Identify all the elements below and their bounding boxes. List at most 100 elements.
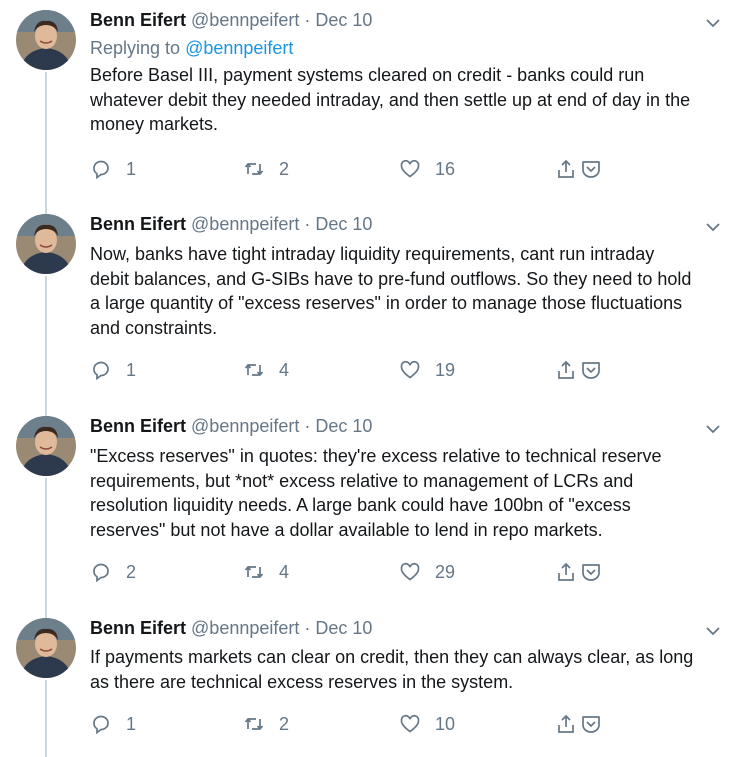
dm-button[interactable] [580,156,602,182]
reply-count: 2 [126,561,137,582]
chevron-down-icon[interactable] [702,620,724,642]
like-button[interactable]: 16 [399,156,455,182]
reply-count: 1 [126,158,137,179]
tweet-text-line: If payments markets can clear on credit,… [90,647,694,667]
chevron-down-icon[interactable] [702,418,724,440]
tweet-header: Benn Eifert @bennpeifert · Dec 10 [90,10,372,31]
retweet-button[interactable]: 4 [243,559,289,585]
dm-button[interactable] [580,357,602,383]
tweet-date[interactable]: Dec 10 [315,416,372,436]
retweet-button[interactable]: 2 [243,711,289,737]
reply-count: 1 [126,713,137,734]
author-handle[interactable]: @bennpeifert [191,618,299,638]
tweet-text-line: reserves" but not have a dollar availabl… [90,519,603,540]
tweet-text-line: and constraints. [90,317,218,338]
reply-button[interactable]: 1 [90,711,136,737]
like-count: 10 [435,713,456,734]
retweet-count: 4 [279,561,290,582]
reply-icon [90,359,112,381]
share-icon [555,359,577,381]
dm-icon [580,359,602,381]
author-name[interactable]: Benn Eifert [90,416,186,436]
tweet-text-line: requirements, but *not* excess relative … [90,470,634,491]
like-count: 29 [435,561,456,582]
author-handle[interactable]: @bennpeifert [191,214,299,234]
retweet-count: 2 [279,713,290,734]
share-icon [555,158,577,180]
avatar[interactable] [16,214,76,274]
retweet-icon [243,158,265,180]
separator: · [304,10,311,30]
dm-icon [580,561,602,583]
author-handle[interactable]: @bennpeifert [191,416,299,436]
tweet: Benn Eifert @bennpeifert · Dec 10 Now, b… [0,204,736,404]
tweet-header: Benn Eifert @bennpeifert · Dec 10 [90,214,372,235]
chevron-down-icon[interactable] [702,216,724,238]
share-button[interactable] [555,156,577,182]
tweet-text-line: Now, banks have tight intraday liquidity… [90,244,655,264]
tweet-text: If payments markets can clear on credit,… [90,645,726,694]
replying-to-link[interactable]: @bennpeifert [185,38,293,58]
dm-icon [580,713,602,735]
author-name[interactable]: Benn Eifert [90,214,186,234]
dm-icon [580,158,602,180]
reply-button[interactable]: 1 [90,357,136,383]
reply-icon [90,158,112,180]
separator: · [304,618,311,638]
chevron-down-icon[interactable] [702,12,724,34]
tweet-header: Benn Eifert @bennpeifert · Dec 10 [90,416,372,437]
tweet-text: Before Basel III, payment systems cleare… [90,63,726,137]
avatar[interactable] [16,618,76,678]
tweet-text-line: debit balances, and G-SIBs have to pre-f… [90,268,692,289]
reply-icon [90,713,112,735]
dm-button[interactable] [580,711,602,737]
retweet-icon [243,561,265,583]
author-handle[interactable]: @bennpeifert [191,10,299,30]
tweet-text-line: as there are technical excess reserves i… [90,671,514,692]
retweet-button[interactable]: 2 [243,156,289,182]
heart-icon [399,359,421,381]
tweet-text: "Excess reserves" in quotes: they're exc… [90,444,726,542]
share-icon [555,561,577,583]
tweet-header: Benn Eifert @bennpeifert · Dec 10 [90,618,372,639]
like-count: 19 [435,359,456,380]
avatar[interactable] [16,416,76,476]
dm-button[interactable] [580,559,602,585]
share-button[interactable] [555,559,577,585]
share-icon [555,713,577,735]
tweet-text-line: money markets. [90,114,219,134]
heart-icon [399,713,421,735]
retweet-icon [243,713,265,735]
separator: · [304,214,311,234]
tweet: Benn Eifert @bennpeifert · Dec 10 Replyi… [0,0,736,200]
tweet-text: Now, banks have tight intraday liquidity… [90,242,726,340]
tweet-text-line: Before Basel III, payment systems cleare… [90,65,645,85]
reply-button[interactable]: 1 [90,156,136,182]
share-button[interactable] [555,357,577,383]
replying-to: Replying to @bennpeifert [90,38,293,59]
retweet-icon [243,359,265,381]
like-button[interactable]: 29 [399,559,455,585]
separator: · [304,416,311,436]
tweet-text-line: "Excess reserves" in quotes: they're exc… [90,446,662,466]
share-button[interactable] [555,711,577,737]
tweet-date[interactable]: Dec 10 [315,10,372,30]
retweet-count: 4 [279,359,290,380]
author-name[interactable]: Benn Eifert [90,618,186,638]
author-name[interactable]: Benn Eifert [90,10,186,30]
like-button[interactable]: 19 [399,357,455,383]
retweet-button[interactable]: 4 [243,357,289,383]
retweet-count: 2 [279,158,290,179]
like-button[interactable]: 10 [399,711,455,737]
replying-to-label: Replying to [90,38,181,58]
tweet-text-line: whatever debit they needed intraday, and… [90,89,691,110]
avatar[interactable] [16,10,76,70]
tweet-text-line: a large quantity of "excess reserves" in… [90,293,683,313]
reply-count: 1 [126,359,137,380]
tweet: Benn Eifert @bennpeifert · Dec 10 "Exces… [0,406,736,606]
reply-button[interactable]: 2 [90,559,136,585]
tweet-text-line: resolution liquidity needs. A large bank… [90,495,631,515]
tweet: Benn Eifert @bennpeifert · Dec 10 If pay… [0,608,736,757]
tweet-date[interactable]: Dec 10 [315,618,372,638]
tweet-date[interactable]: Dec 10 [315,214,372,234]
